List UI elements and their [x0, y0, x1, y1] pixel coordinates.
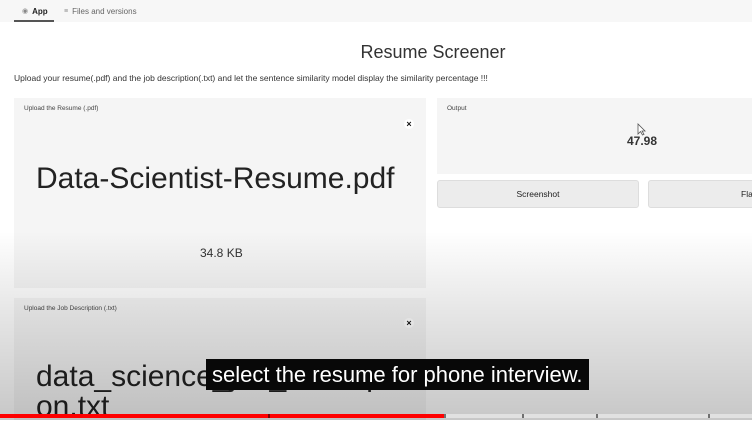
files-icon: ≡	[64, 7, 69, 15]
resume-file-size: 34.8 KB	[200, 246, 243, 260]
chapter-marker	[522, 414, 524, 418]
tab-app-label: App	[32, 6, 48, 16]
mouse-cursor-icon	[637, 123, 646, 139]
remove-resume-icon[interactable]: ×	[404, 119, 414, 129]
tab-app[interactable]: ◉ App	[22, 3, 48, 19]
chapter-marker	[268, 414, 270, 418]
chapter-marker	[596, 414, 598, 418]
screenshot-button[interactable]: Screenshot	[437, 180, 639, 208]
page-title: Resume Screener	[360, 42, 506, 62]
output-panel: Output 47.98	[437, 98, 752, 174]
tab-files-and-versions[interactable]: ≡ Files and versions	[64, 3, 137, 19]
chapter-marker	[708, 414, 710, 418]
video-progress-bar[interactable]	[0, 414, 752, 418]
tab-files-label: Files and versions	[72, 6, 137, 16]
page-description: Upload your resume(.pdf) and the job des…	[14, 73, 488, 83]
resume-file-name: Data-Scientist-Resume.pdf	[36, 162, 395, 195]
top-nav: ◉ App ≡ Files and versions	[0, 0, 752, 22]
app-icon: ◉	[22, 8, 29, 15]
video-progress-fill	[0, 414, 444, 418]
flag-button[interactable]: Fla	[648, 180, 752, 208]
chapter-marker	[444, 414, 446, 418]
output-label: Output	[447, 105, 467, 112]
video-caption: select the resume for phone interview.	[206, 359, 589, 390]
resume-upload-panel[interactable]: Upload the Resume (.pdf) × Data-Scientis…	[14, 98, 426, 288]
resume-upload-label: Upload the Resume (.pdf)	[24, 105, 99, 112]
jd-upload-label: Upload the Job Description (.txt)	[24, 305, 117, 312]
active-tab-indicator	[14, 20, 54, 22]
remove-jd-icon[interactable]: ×	[404, 318, 414, 328]
